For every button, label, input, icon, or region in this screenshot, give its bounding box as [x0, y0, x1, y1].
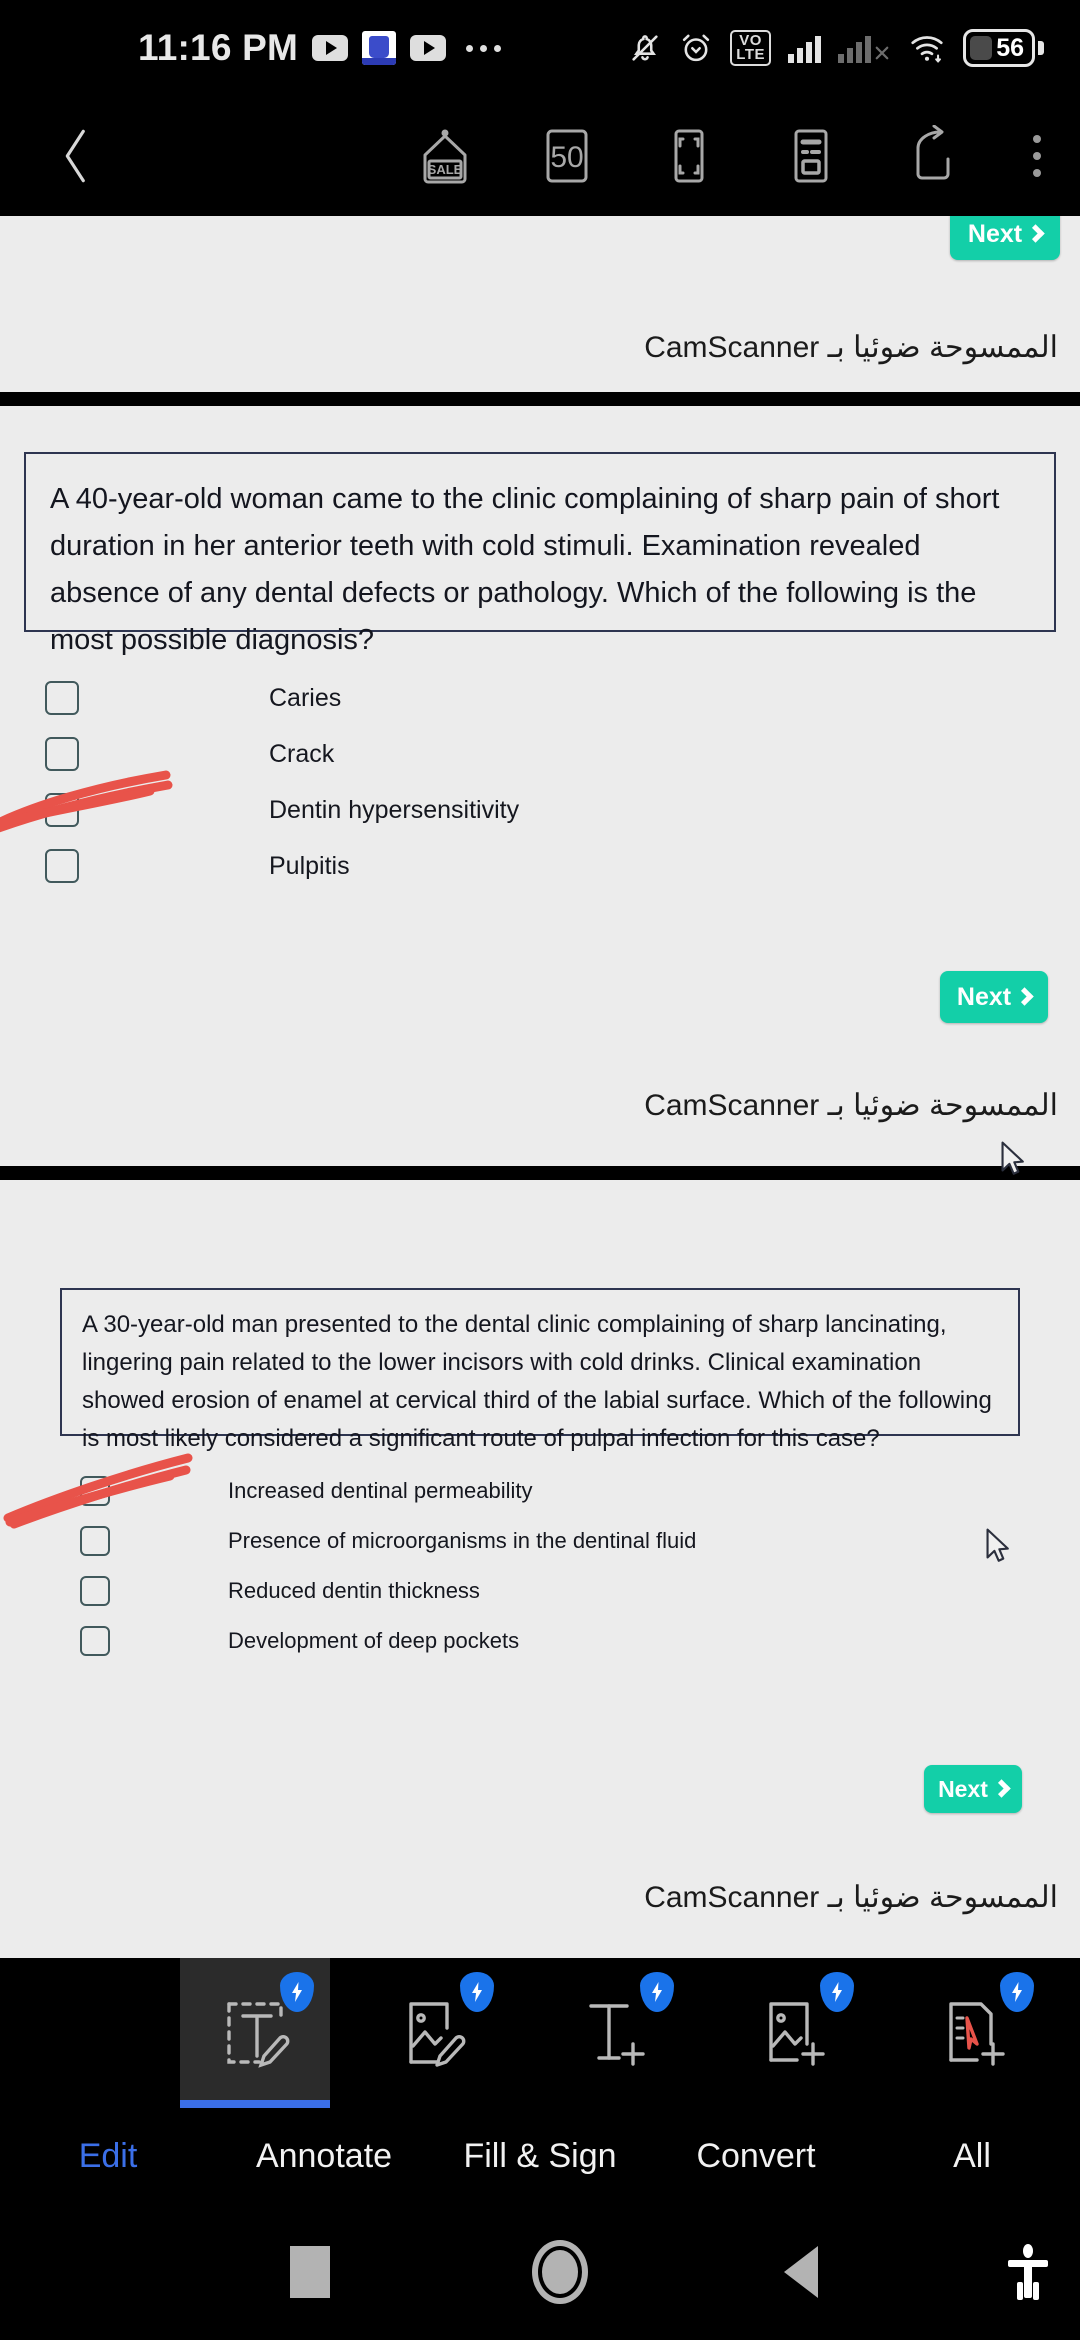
option-label: Crack: [269, 739, 335, 768]
option-row[interactable]: Pulpitis: [40, 839, 1040, 893]
question-text: A 30-year-old man presented to the denta…: [82, 1311, 992, 1452]
alarm-icon: [683, 34, 710, 62]
back-chevron-icon[interactable]: [46, 126, 106, 186]
page-layout-icon[interactable]: [750, 96, 872, 216]
document-page: A 40-year-old woman came to the clinic c…: [0, 406, 1080, 1175]
next-label: Next: [967, 219, 1023, 248]
option-checkbox[interactable]: [80, 1526, 110, 1556]
share-icon[interactable]: [872, 96, 994, 216]
options-list: Caries Crack Dentin hypersensitivity Pul…: [40, 671, 1040, 893]
volte-icon: VO LTE: [730, 30, 771, 66]
option-checkbox[interactable]: [45, 793, 79, 827]
app-toolbar: SALE 50: [0, 96, 1080, 216]
next-button[interactable]: Next: [940, 971, 1048, 1023]
youtube-icon: [311, 35, 348, 61]
add-signature-tool[interactable]: [900, 1958, 1050, 2108]
notifications-muted-icon: [632, 35, 658, 61]
edit-image-tool[interactable]: [360, 1958, 510, 2108]
option-row[interactable]: Caries: [40, 671, 1040, 725]
next-label: Next: [938, 1775, 988, 1802]
tab-all[interactable]: All: [864, 2137, 1080, 2176]
option-row[interactable]: Presence of microorganisms in the dentin…: [70, 1516, 1050, 1566]
tool-row: [0, 1958, 1080, 2108]
camscanner-watermark: الممسوحة ضوئيا بـ CamScanner: [644, 1089, 1058, 1122]
sale-label: SALE: [428, 162, 463, 177]
option-label: Caries: [269, 683, 342, 712]
home-button[interactable]: [532, 2240, 588, 2304]
question-box: A 40-year-old woman came to the clinic c…: [24, 452, 1056, 656]
chevron-right-icon: [1026, 223, 1045, 243]
phone-screen: 11:16 PM VO LTE 56 SALE 50 Next الممسوحة…: [0, 0, 1080, 2340]
option-checkbox[interactable]: [80, 1476, 110, 1506]
option-label: Presence of microorganisms in the dentin…: [228, 1528, 697, 1553]
option-label: Pulpitis: [269, 851, 350, 880]
tab-annotate[interactable]: Annotate: [216, 2137, 432, 2176]
option-checkbox[interactable]: [45, 681, 79, 715]
options-list: Increased dentinal permeability Presence…: [70, 1466, 1050, 1666]
youtube-icon-2: [409, 35, 446, 61]
question-text: A 40-year-old woman came to the clinic c…: [50, 483, 1000, 656]
page-count-icon[interactable]: 50: [506, 96, 628, 216]
signal-no-service-icon: [838, 33, 891, 63]
battery-percent: 56: [996, 33, 1024, 62]
option-row[interactable]: Increased dentinal permeability: [70, 1466, 1050, 1516]
tab-fill-and-sign[interactable]: Fill & Sign: [432, 2137, 648, 2176]
option-row[interactable]: Development of deep pockets: [70, 1616, 1050, 1666]
chevron-right-icon: [992, 1778, 1011, 1798]
bottom-tool-panel: Edit Annotate Fill & Sign Convert All: [0, 1958, 1080, 2204]
crop-icon[interactable]: [628, 96, 750, 216]
battery-icon: 56: [963, 29, 1044, 67]
overflow-menu-icon[interactable]: [994, 96, 1080, 216]
add-text-tool[interactable]: [540, 1958, 690, 2108]
page-separator: [0, 1166, 1080, 1180]
more-notifications-icon: [465, 44, 501, 52]
signal-bars-icon: [788, 33, 821, 63]
option-label: Development of deep pockets: [228, 1628, 520, 1653]
option-row[interactable]: Dentin hypersensitivity: [40, 783, 1040, 837]
option-label: Reduced dentin thickness: [228, 1578, 480, 1603]
option-checkbox[interactable]: [80, 1626, 110, 1656]
camscanner-watermark: الممسوحة ضوئيا بـ CamScanner: [644, 331, 1058, 364]
sale-tag-icon[interactable]: SALE: [384, 96, 506, 216]
tool-tabs: Edit Annotate Fill & Sign Convert All: [0, 2108, 1080, 2204]
chevron-right-icon: [1015, 986, 1034, 1006]
recents-button[interactable]: [290, 2246, 330, 2298]
mouse-cursor-icon: [1001, 1141, 1024, 1175]
app-icon: [361, 31, 396, 65]
document-page: Next الممسوحة ضوئيا بـ CamScanner: [0, 216, 1080, 392]
page-count-label: 50: [550, 141, 583, 174]
option-checkbox[interactable]: [45, 849, 79, 883]
accessibility-button[interactable]: [1004, 2242, 1052, 2302]
add-image-tool[interactable]: [720, 1958, 870, 2108]
document-viewer[interactable]: Next الممسوحة ضوئيا بـ CamScanner A 40-y…: [0, 216, 1080, 1958]
option-row[interactable]: Crack: [40, 727, 1040, 781]
status-clock: 11:16 PM: [138, 27, 298, 68]
option-label: Dentin hypersensitivity: [269, 795, 520, 824]
wifi-icon: [911, 36, 943, 63]
option-row[interactable]: Reduced dentin thickness: [70, 1566, 1050, 1616]
status-bar-left: 11:16 PM: [138, 27, 501, 69]
status-bar: 11:16 PM VO LTE 56: [0, 0, 1080, 96]
document-page: A 30-year-old man presented to the denta…: [0, 1180, 1080, 1958]
camscanner-watermark: الممسوحة ضوئيا بـ CamScanner: [644, 1881, 1058, 1914]
next-button[interactable]: Next: [950, 216, 1060, 260]
tab-edit[interactable]: Edit: [0, 2137, 216, 2176]
option-checkbox[interactable]: [45, 737, 79, 771]
status-bar-right: VO LTE 56: [628, 29, 1044, 67]
option-label: Increased dentinal permeability: [228, 1478, 533, 1503]
page-separator: [0, 392, 1080, 406]
next-label: Next: [956, 982, 1012, 1011]
toolbar-actions: SALE 50: [384, 96, 1080, 216]
mouse-cursor-icon-2: [986, 1528, 1009, 1562]
question-box: A 30-year-old man presented to the denta…: [60, 1288, 1020, 1452]
android-nav-bar: [0, 2204, 1080, 2340]
back-button[interactable]: [784, 2246, 818, 2298]
next-button[interactable]: Next: [924, 1765, 1022, 1813]
tab-convert[interactable]: Convert: [648, 2137, 864, 2176]
edit-text-tool[interactable]: [180, 1958, 330, 2108]
option-checkbox[interactable]: [80, 1576, 110, 1606]
